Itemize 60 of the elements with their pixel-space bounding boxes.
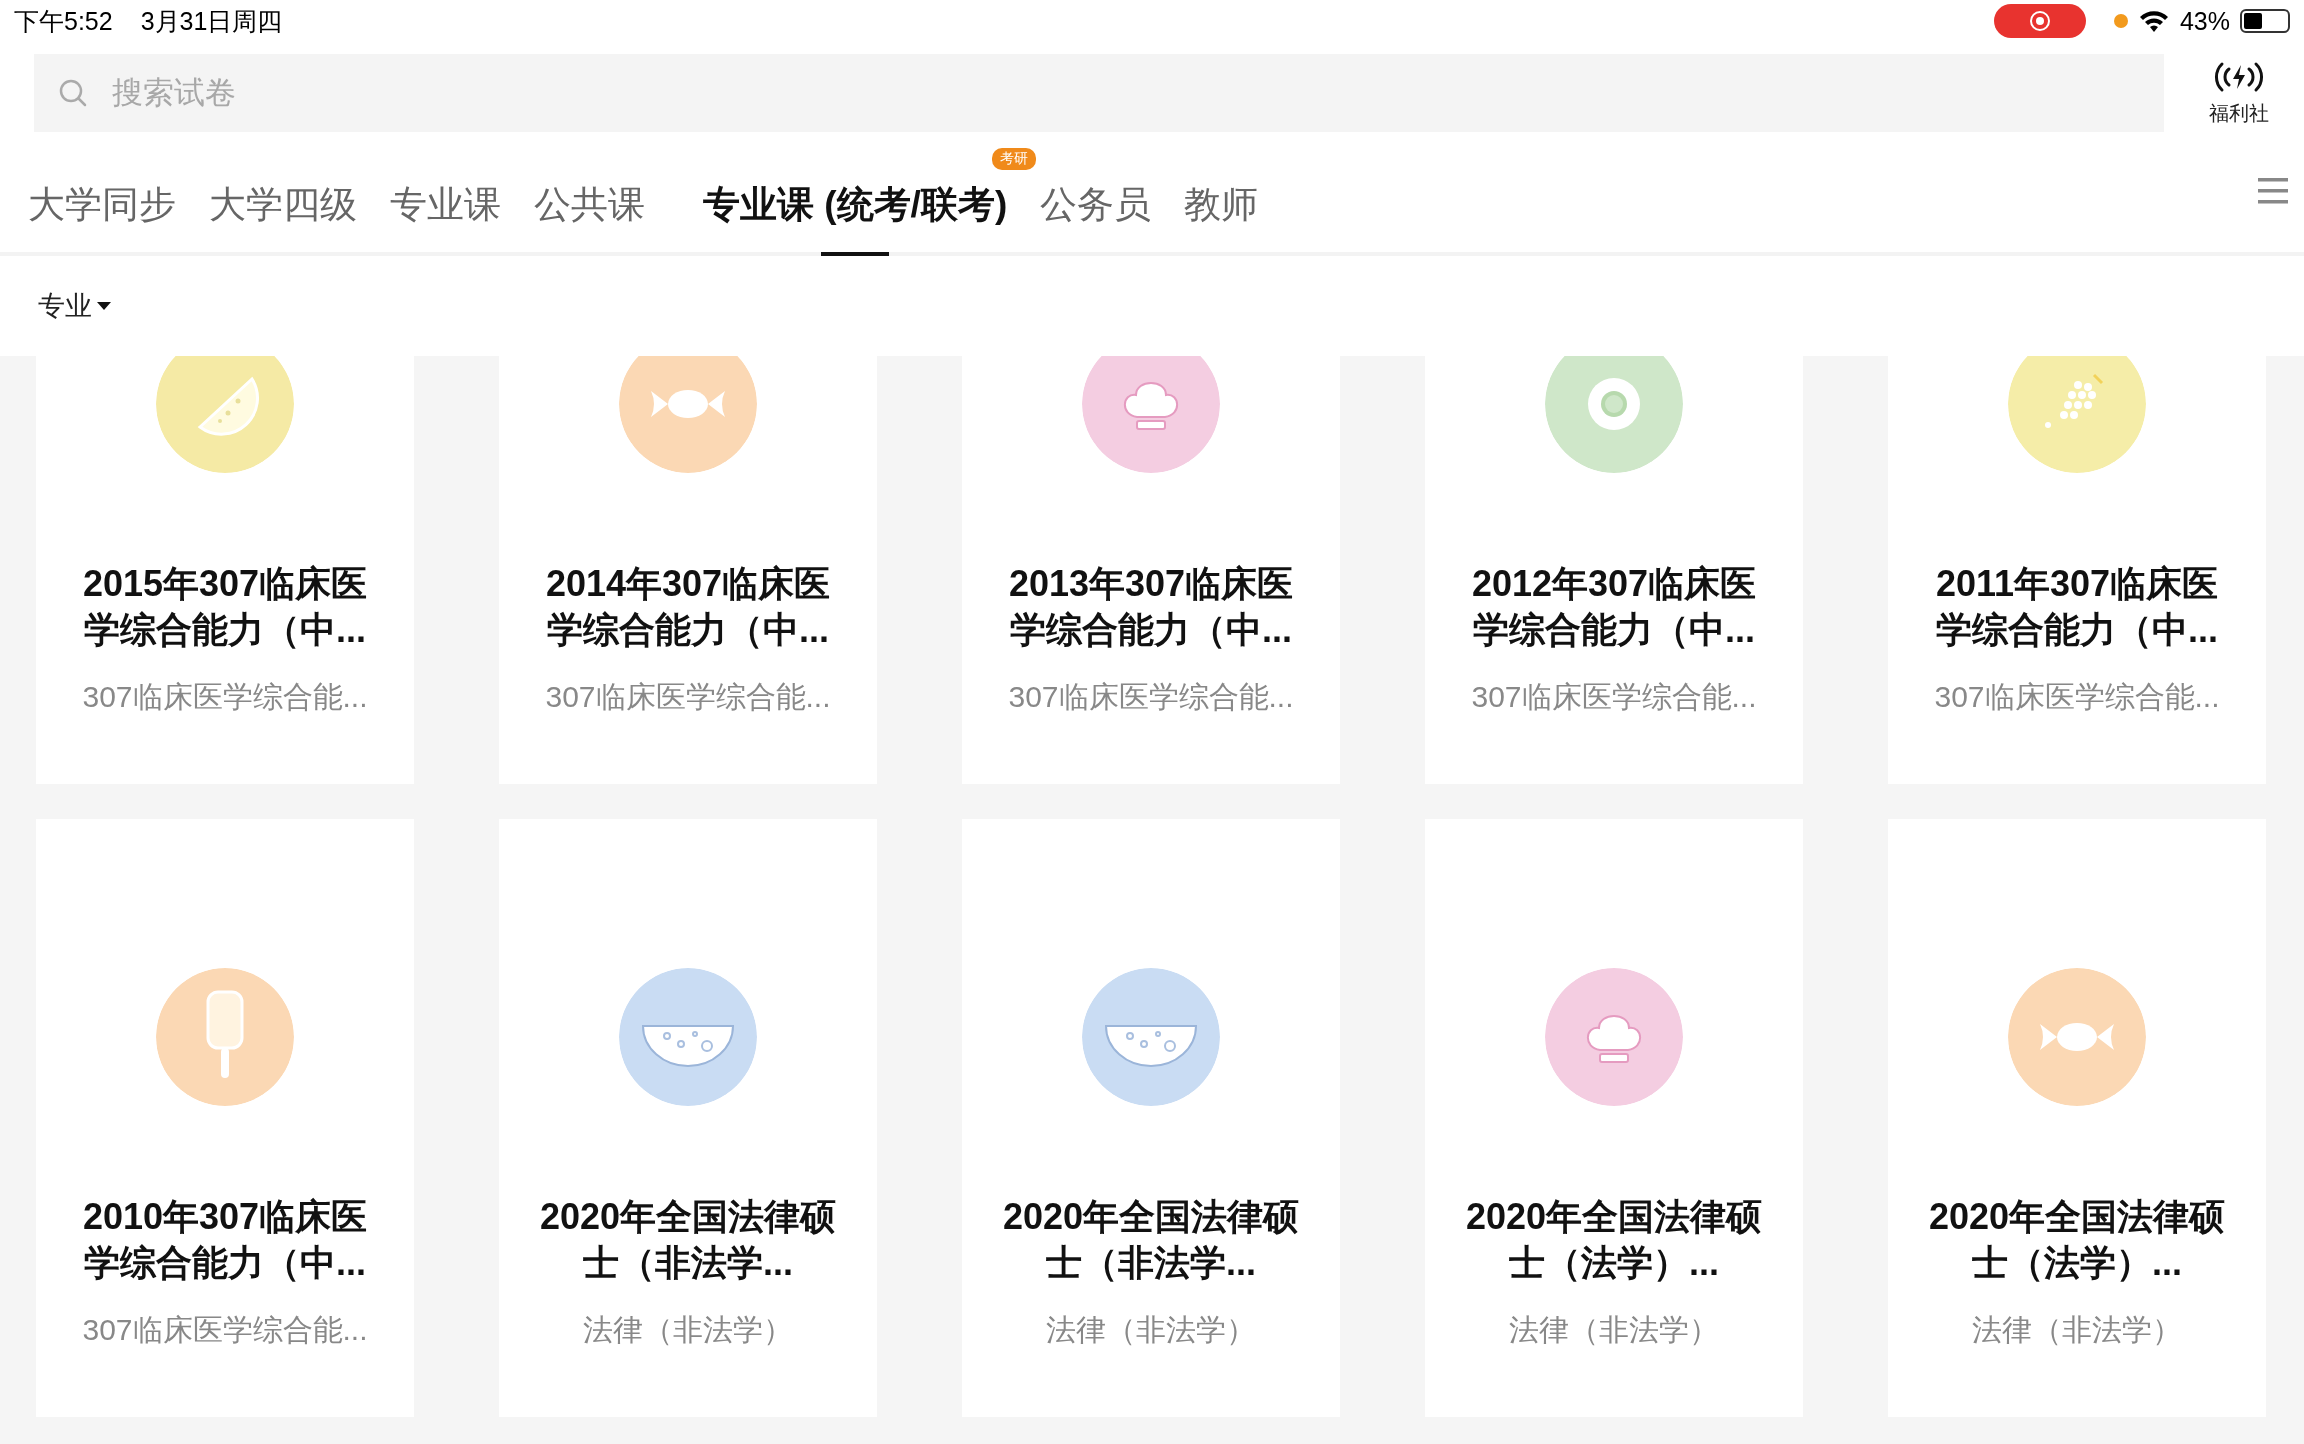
paper-subject: 307临床医学综合能...	[1934, 679, 2220, 715]
menu-icon[interactable]	[2258, 178, 2288, 204]
category-tab[interactable]: 公共课	[530, 132, 674, 252]
paper-card[interactable]: 2013年307临床医学综合能力（中... 307临床医学综合能...	[962, 356, 1340, 784]
paper-subject: 307临床医学综合能...	[1008, 679, 1294, 715]
candy-icon	[2008, 968, 2146, 1106]
paper-title: 2010年307临床医学综合能力（中...	[81, 1195, 369, 1285]
popsicle-icon	[156, 968, 294, 1106]
paper-subject: 307临床医学综合能...	[545, 679, 831, 715]
welfare-label[interactable]: 福利社	[2209, 99, 2269, 127]
paper-subject: 法律（非法学）	[1972, 1312, 2182, 1348]
filter-dropdown[interactable]: 专业	[38, 288, 112, 324]
melon-slice-icon	[156, 356, 294, 473]
privacy-dot	[2113, 14, 2128, 28]
category-tab[interactable]: 大学同步	[24, 132, 205, 252]
paper-card[interactable]: 2020年全国法律硕士（法学）... 法律（非法学）	[1888, 819, 2266, 1417]
bowl-icon	[1082, 968, 1220, 1106]
paper-card[interactable]: 2020年全国法律硕士（非法学... 法律（非法学）	[962, 819, 1340, 1417]
paper-title: 2014年307临床医学综合能力（中...	[544, 562, 832, 652]
paper-subject: 法律（非法学）	[583, 1312, 793, 1348]
paper-subject: 法律（非法学）	[1046, 1312, 1256, 1348]
battery-percent: 43%	[2179, 6, 2230, 36]
status-date: 3月31日周四	[140, 5, 283, 37]
paper-title: 2011年307临床医学综合能力（中...	[1934, 562, 2220, 652]
search-field[interactable]: 搜索试卷	[34, 54, 2164, 132]
record-icon	[2028, 10, 2051, 32]
category-tab[interactable]: 专业课	[386, 132, 530, 252]
paper-subject: 307临床医学综合能...	[82, 679, 368, 715]
grapes-icon	[2008, 356, 2146, 473]
paper-card[interactable]: 2010年307临床医学综合能力（中... 307临床医学综合能...	[36, 819, 414, 1417]
caret-icon	[96, 301, 112, 311]
category-tab[interactable]: 大学四级	[205, 132, 386, 252]
paper-title: 2015年307临床医学综合能力（中...	[81, 562, 369, 652]
paper-title: 2013年307临床医学综合能力（中...	[1007, 562, 1295, 652]
paper-card[interactable]: 2014年307临床医学综合能力（中... 307临床医学综合能...	[499, 356, 877, 784]
search-icon	[58, 78, 88, 108]
paper-title: 2020年全国法律硕士（法学）...	[1464, 1195, 1764, 1285]
paper-subject: 307临床医学综合能...	[82, 1312, 368, 1348]
paper-title: 2012年307临床医学综合能力（中...	[1470, 562, 1758, 652]
paper-card[interactable]: 2020年全国法律硕士（法学）... 法律（非法学）	[1425, 819, 1803, 1417]
bowl-icon	[619, 968, 757, 1106]
recording-indicator[interactable]	[1993, 4, 2086, 38]
paper-card[interactable]: 2020年全国法律硕士（非法学... 法律（非法学）	[499, 819, 877, 1417]
category-tab[interactable]: 教师	[1180, 132, 1288, 252]
donut-icon	[1545, 356, 1683, 473]
chef-hat-icon	[1545, 968, 1683, 1106]
battery-icon	[2240, 9, 2290, 33]
paper-title: 2020年全国法律硕士（法学）...	[1927, 1195, 2227, 1285]
candy-icon	[619, 356, 757, 473]
paper-subject: 法律（非法学）	[1509, 1312, 1719, 1348]
chef-hat-icon	[1082, 356, 1220, 473]
status-time: 下午5:52	[14, 5, 113, 37]
paper-card[interactable]: 2015年307临床医学综合能力（中... 307临床医学综合能...	[36, 356, 414, 784]
paper-subject: 307临床医学综合能...	[1471, 679, 1757, 715]
paper-title: 2020年全国法律硕士（非法学...	[538, 1195, 838, 1285]
tag-badge: 考研	[992, 148, 1037, 170]
paper-card[interactable]: 2011年307临床医学综合能力（中... 307临床医学综合能...	[1888, 356, 2266, 784]
category-tab[interactable]: 公务员	[1036, 132, 1181, 252]
paper-card[interactable]: 2012年307临床医学综合能力（中... 307临床医学综合能...	[1425, 356, 1803, 784]
paper-title: 2020年全国法律硕士（非法学...	[1001, 1195, 1301, 1285]
